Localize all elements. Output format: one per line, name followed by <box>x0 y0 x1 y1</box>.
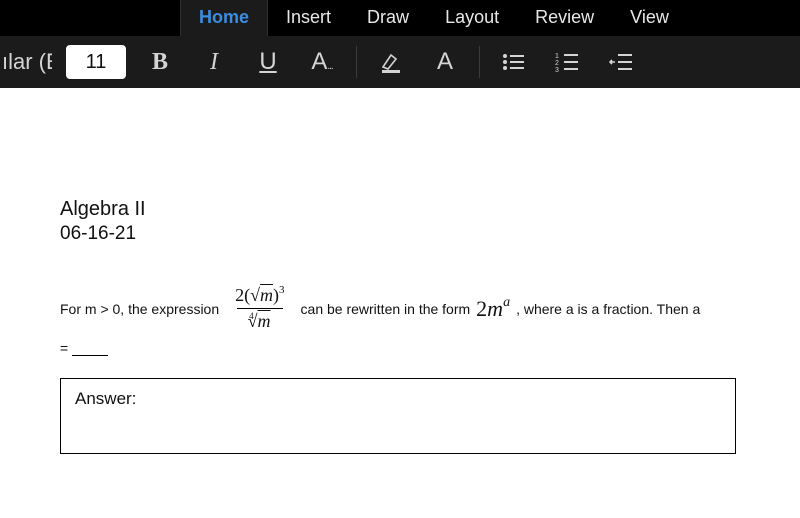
toolbar-divider <box>479 46 480 78</box>
num-coef: 2 <box>235 285 244 306</box>
equals-blank: = <box>60 340 740 356</box>
svg-text:3: 3 <box>555 67 559 73</box>
num-exponent: 3 <box>279 284 285 296</box>
decrease-indent-button[interactable] <box>602 42 642 82</box>
tab-layout[interactable]: Layout <box>427 0 517 36</box>
den-root-index: 4 <box>249 311 254 321</box>
equals-sign: = <box>60 340 68 356</box>
target-form-expression: 2ma <box>476 296 510 322</box>
highlight-button[interactable] <box>371 42 411 82</box>
tab-home[interactable]: Home <box>180 0 268 36</box>
tab-insert[interactable]: Insert <box>268 0 349 36</box>
underline-button[interactable]: U <box>248 42 288 82</box>
formatting-toolbar: ılar (E 11 B I U A... A 1 2 3 <box>0 36 800 88</box>
tab-draw[interactable]: Draw <box>349 0 427 36</box>
fraction-denominator: 4 √ m <box>237 308 282 332</box>
math-fraction: 2 ( √ m ) 3 4 √ m <box>231 285 288 332</box>
font-options-button[interactable]: A... <box>302 42 342 82</box>
problem-text-3: , where a is a fraction. Then a <box>516 301 700 317</box>
sqrt-symbol: √ <box>250 285 260 306</box>
toolbar-divider <box>356 46 357 78</box>
answer-label: Answer: <box>75 389 136 408</box>
font-color-button[interactable]: A <box>425 42 465 82</box>
problem-statement: For m > 0, the expression 2 ( √ m ) 3 4 … <box>60 285 740 332</box>
den-radicand: m <box>258 311 271 332</box>
bulleted-list-button[interactable] <box>494 42 534 82</box>
problem-text-1: For m > 0, the expression <box>60 301 219 317</box>
font-name-select[interactable]: ılar (E <box>2 49 52 75</box>
ribbon-tabs: Home Insert Draw Layout Review View <box>0 0 800 36</box>
document-date: 06-16-21 <box>60 223 740 245</box>
fraction-numerator: 2 ( √ m ) 3 <box>231 285 288 308</box>
answer-blank-line <box>72 346 108 356</box>
form-coef: 2 <box>476 296 487 321</box>
document-heading: Algebra II <box>60 198 740 221</box>
svg-text:2: 2 <box>555 60 559 67</box>
form-var: m <box>487 296 503 321</box>
form-exponent: a <box>503 295 510 310</box>
tab-view[interactable]: View <box>612 0 687 36</box>
font-size-input[interactable]: 11 <box>66 45 126 79</box>
numbered-list-button[interactable]: 1 2 3 <box>548 42 588 82</box>
svg-text:1: 1 <box>555 53 559 60</box>
italic-button[interactable]: I <box>194 42 234 82</box>
bold-button[interactable]: B <box>140 42 180 82</box>
answer-box[interactable]: Answer: <box>60 378 736 454</box>
problem-text-2: can be rewritten in the form <box>301 301 471 317</box>
num-radicand: m <box>260 285 273 306</box>
tab-review[interactable]: Review <box>517 0 612 36</box>
document-page[interactable]: Algebra II 06-16-21 For m > 0, the expre… <box>0 88 800 474</box>
